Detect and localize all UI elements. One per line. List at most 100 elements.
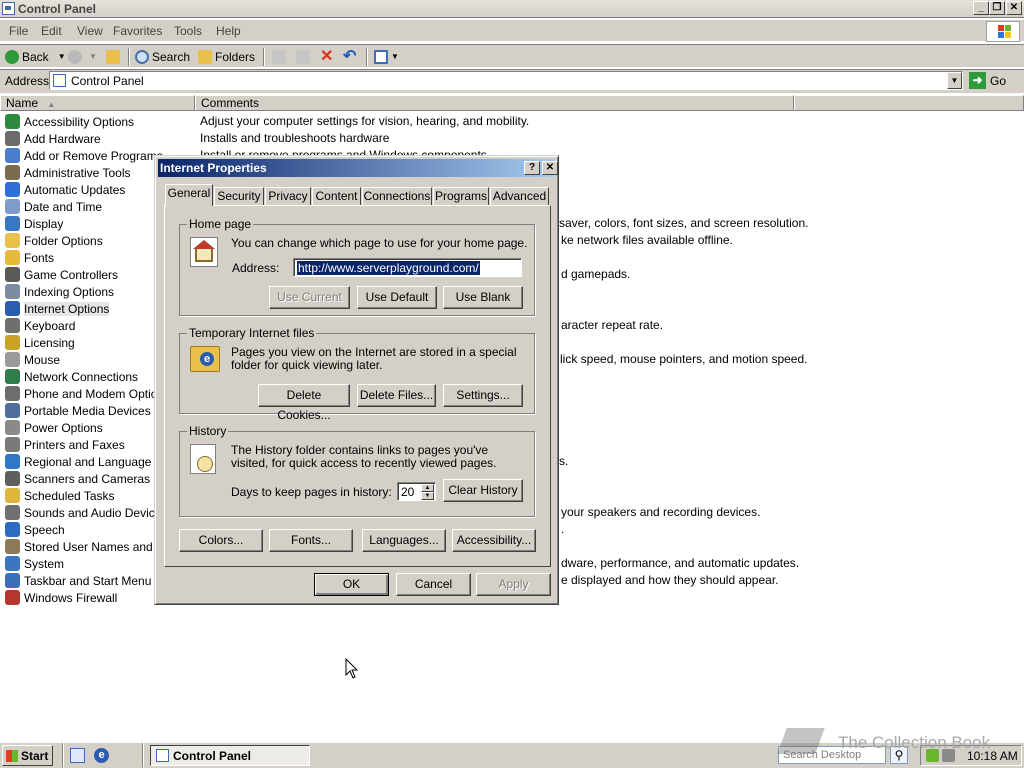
cancel-button[interactable]: Cancel [396, 573, 471, 596]
back-dropdown-icon[interactable]: ▼ [58, 48, 66, 66]
minimize-button[interactable]: _ [973, 1, 989, 15]
title-bar[interactable]: Control Panel _ ❐ ✕ [0, 0, 1024, 18]
list-item[interactable]: Accessibility Options [5, 113, 134, 130]
tab-privacy[interactable]: Privacy [265, 187, 311, 206]
menu-help[interactable]: Help [216, 24, 241, 38]
list-item[interactable]: Add or Remove Programs [5, 147, 163, 164]
use-current-button[interactable]: Use Current [269, 286, 350, 309]
printers-faxes-icon [5, 437, 20, 452]
use-default-button[interactable]: Use Default [357, 286, 437, 309]
home-address-input[interactable]: http://www.serverplayground.com/ [293, 258, 522, 277]
menu-view[interactable]: View [77, 24, 103, 38]
start-button[interactable]: Start [2, 745, 53, 766]
menu-edit[interactable]: Edit [41, 24, 62, 38]
column-empty-header[interactable] [794, 95, 1024, 111]
forward-button[interactable]: ▼ [68, 48, 97, 66]
mouse-cursor-icon [345, 658, 359, 679]
delete-button[interactable]: ✕ [320, 48, 333, 66]
fonts-button[interactable]: Fonts... [269, 529, 353, 552]
move-to-button[interactable] [272, 48, 286, 66]
list-item[interactable]: Automatic Updates [5, 181, 125, 198]
settings-button[interactable]: Settings... [443, 384, 523, 407]
column-comments-header[interactable]: Comments [195, 95, 794, 111]
delete-cookies-button[interactable]: Delete Cookies... [258, 384, 350, 422]
tab-advanced[interactable]: Advanced [490, 187, 549, 206]
watermark-text: The Collection Book [838, 733, 991, 752]
show-desktop-icon[interactable] [70, 748, 85, 763]
clear-history-button[interactable]: Clear History [443, 479, 523, 502]
search-button[interactable]: Search [135, 48, 190, 66]
list-item[interactable]: Taskbar and Start Menu [5, 572, 151, 589]
ok-button[interactable]: OK [314, 573, 389, 596]
list-item[interactable]: Scheduled Tasks [5, 487, 115, 504]
list-item[interactable]: Date and Time [5, 198, 102, 215]
undo-button[interactable]: ↶ [343, 48, 356, 66]
list-item[interactable]: Internet Options [5, 300, 110, 317]
home-address-value: http://www.serverplayground.com/ [297, 261, 480, 275]
list-item[interactable]: Scanners and Cameras [5, 470, 150, 487]
list-item[interactable]: Sounds and Audio Devices [5, 504, 167, 521]
list-item[interactable]: Indexing Options [5, 283, 114, 300]
list-item[interactable]: Phone and Modem Options [5, 385, 170, 402]
internet-explorer-icon[interactable]: e [94, 748, 109, 763]
list-item[interactable]: Printers and Faxes [5, 436, 125, 453]
tab-general[interactable]: General [165, 184, 213, 206]
tab-connections-label: Connections [363, 189, 431, 203]
delete-icon: ✕ [320, 48, 334, 65]
colors-button[interactable]: Colors... [179, 529, 263, 552]
list-item[interactable]: Stored User Names and Pas [5, 538, 177, 555]
spin-up-icon[interactable]: ▲ [421, 484, 434, 492]
copy-to-button[interactable] [296, 48, 310, 66]
delete-files-button[interactable]: Delete Files... [357, 384, 436, 407]
list-item[interactable]: System [5, 555, 64, 572]
taskbar-control-panel-button[interactable]: Control Panel [150, 745, 310, 766]
languages-button[interactable]: Languages... [362, 529, 446, 552]
tab-connections[interactable]: Connections [362, 187, 432, 206]
up-button[interactable] [106, 48, 120, 66]
list-item[interactable]: Folder Options [5, 232, 103, 249]
restore-button[interactable]: ❐ [989, 1, 1005, 15]
list-item[interactable]: Speech [5, 521, 65, 538]
address-input[interactable]: Control Panel ▼ [49, 71, 963, 90]
list-item[interactable]: Regional and Language Opt [5, 453, 174, 470]
list-item[interactable]: Licensing [5, 334, 75, 351]
menu-tools[interactable]: Tools [174, 24, 202, 38]
tab-programs[interactable]: Programs [433, 187, 489, 206]
delete-cookies-label: Delete Cookies... [277, 388, 331, 422]
list-item[interactable]: Power Options [5, 419, 103, 436]
search-icon [135, 50, 149, 64]
back-button[interactable]: Back ▼ [5, 48, 66, 66]
address-dropdown-button[interactable]: ▼ [947, 72, 962, 89]
list-item[interactable]: Game Controllers [5, 266, 118, 283]
tab-security[interactable]: Security [214, 187, 264, 206]
list-item[interactable]: Keyboard [5, 317, 75, 334]
go-button[interactable]: ➜ Go [969, 71, 1006, 90]
views-button[interactable]: ▼ [374, 48, 399, 66]
internet-options-icon [5, 301, 20, 316]
list-item-label: Display [24, 216, 64, 231]
accessibility-button[interactable]: Accessibility... [452, 529, 536, 552]
list-item[interactable]: Windows Firewall [5, 589, 117, 606]
list-item[interactable]: Add Hardware [5, 130, 101, 147]
days-to-keep-input[interactable]: 20 ▲ ▼ [397, 482, 436, 501]
close-button[interactable]: ✕ [1006, 1, 1022, 15]
forward-dropdown-icon[interactable]: ▼ [89, 48, 97, 66]
menu-favorites[interactable]: Favorites [113, 24, 162, 38]
dialog-close-button[interactable]: ✕ [542, 161, 558, 175]
list-item[interactable]: Fonts [5, 249, 54, 266]
folders-button[interactable]: Folders [198, 48, 255, 66]
help-button[interactable]: ? [524, 161, 540, 175]
apply-button[interactable]: Apply [476, 573, 551, 596]
list-item[interactable]: Administrative Tools [5, 164, 131, 181]
menu-file[interactable]: File [9, 24, 28, 38]
list-item[interactable]: Network Connections [5, 368, 138, 385]
list-item[interactable]: Portable Media Devices [5, 402, 151, 419]
list-item[interactable]: Display [5, 215, 63, 232]
spin-down-icon[interactable]: ▼ [421, 492, 434, 500]
column-name-header[interactable]: Name ▲ [0, 95, 195, 111]
dialog-title-bar[interactable]: Internet Properties ? ✕ [158, 159, 558, 177]
list-item[interactable]: Mouse [5, 351, 60, 368]
search-label: Search [152, 50, 191, 64]
tab-content[interactable]: Content [312, 187, 361, 206]
use-blank-button[interactable]: Use Blank [443, 286, 523, 309]
